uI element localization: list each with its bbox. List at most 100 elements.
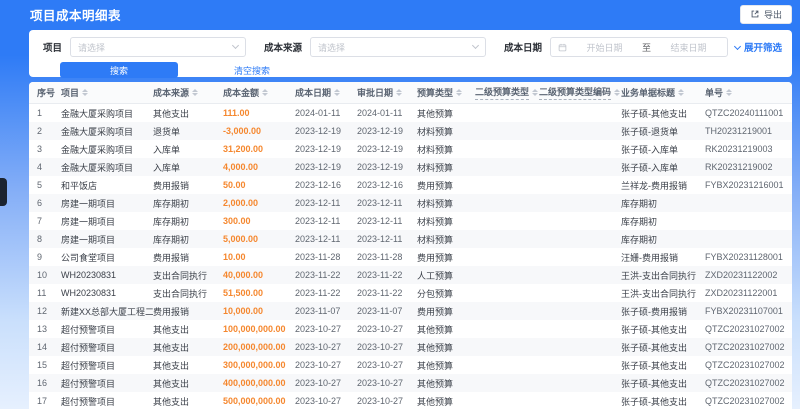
sort-icon[interactable]: [396, 88, 403, 97]
table-cell: 材料预算: [417, 198, 454, 209]
table-cell: 其他支出: [153, 378, 190, 389]
sort-icon[interactable]: [726, 88, 733, 97]
column-header-5[interactable]: 审批日期: [357, 86, 417, 99]
table-cell: QTZC20231027002: [705, 324, 785, 334]
table-cell: 2023-10-27: [295, 342, 342, 352]
clear-search-link[interactable]: 清空搜索: [234, 64, 270, 77]
table-cell: 50.00: [223, 180, 246, 190]
table-cell: 2023-11-28: [295, 252, 341, 262]
table-cell: 2023-10-27: [357, 378, 404, 388]
column-header-label: 单号: [705, 88, 724, 98]
table-cell: 材料预算: [417, 216, 454, 227]
table-cell: 7: [37, 216, 43, 226]
table-cell: 支出合同执行: [153, 288, 208, 299]
table-cell: QTZC20231027002: [705, 360, 785, 370]
table-row: 16 超付预警项目 其他支出 400,000,000.00 2023-10-27 2023…: [29, 374, 792, 392]
table-cell: 2023-10-27: [357, 324, 404, 334]
column-header-9[interactable]: 业务单据标题: [621, 86, 705, 99]
table-row: 13 超付预警项目 其他支出 100,000,000.00 2023-10-27 2023…: [29, 320, 792, 338]
sort-icon[interactable]: [262, 88, 269, 97]
table-cell: RK20231219002: [705, 162, 773, 172]
table-cell: 10,000.00: [223, 306, 264, 316]
column-header-2[interactable]: 成本来源: [153, 86, 223, 99]
table-cell: 2023-12-19: [357, 162, 404, 172]
table-row: 4 金融大厦采购项目 入库单 4,000.00 2023-12-19 2023-12-19…: [29, 158, 792, 176]
table-cell: 超付预警项目: [61, 360, 116, 371]
table-cell: 500,000,000.00: [223, 396, 286, 406]
sort-icon[interactable]: [82, 88, 89, 97]
project-select[interactable]: 请选择: [70, 37, 247, 57]
table-cell: 4: [37, 162, 43, 172]
table-cell: FYBX20231216001: [705, 180, 784, 190]
table-cell: 2024-01-11: [295, 108, 341, 118]
table-cell: 31,200.00: [223, 144, 264, 154]
table-cell: 材料预算: [417, 234, 454, 245]
table-cell: 库存期初: [621, 216, 658, 227]
table-cell: 其他支出: [153, 360, 190, 371]
project-filter-group: 项目 请选择: [43, 37, 247, 57]
calendar-icon: [558, 43, 567, 52]
table-cell: 库存期初: [621, 198, 658, 209]
table-row: 12 新建XX总部大厦工程二期 费用报销 10,000.00 2023-11-07 202…: [29, 302, 792, 320]
column-header-6[interactable]: 预算类型: [417, 86, 475, 99]
page-title: 项目成本明细表: [30, 8, 122, 23]
date-range-separator: 至: [642, 42, 652, 53]
cost-source-select[interactable]: 请选择: [310, 37, 487, 57]
table-cell: 2023-10-27: [357, 396, 404, 406]
table-cell: 库存期初: [153, 234, 190, 245]
end-date-input[interactable]: 结束日期: [657, 41, 720, 54]
table-cell: 其他预算: [417, 360, 454, 371]
column-header-label: 预算类型: [417, 88, 454, 98]
table-cell: 2023-12-11: [357, 198, 403, 208]
sort-icon[interactable]: [532, 88, 539, 97]
table-cell: 库存期初: [621, 234, 658, 245]
table-cell: 2,000.00: [223, 198, 259, 208]
table-cell: 张子硕-其他支出: [621, 378, 687, 389]
side-drawer-handle[interactable]: [0, 178, 7, 206]
table-cell: 张子硕-其他支出: [621, 396, 687, 407]
sort-icon[interactable]: [334, 88, 341, 97]
table-cell: 费用预算: [417, 180, 454, 191]
column-header-7[interactable]: 二级预算类型: [475, 85, 539, 100]
table-cell: 入库单: [153, 144, 181, 155]
table-cell: 材料预算: [417, 162, 454, 173]
chevron-down-icon: [231, 41, 240, 50]
table-scroll-area[interactable]: 1 金融大厦采购项目 其他支出 111.00 2024-01-11 2024-01-11 其…: [29, 104, 792, 409]
table-cell: QTZC20240111001: [705, 108, 784, 118]
table-cell: 分包预算: [417, 288, 454, 299]
table-cell: QTZC20231027002: [705, 396, 785, 406]
table-cell: 15: [37, 360, 48, 370]
cost-date-range-input[interactable]: 开始日期 至 结束日期: [550, 37, 729, 57]
sort-icon[interactable]: [614, 88, 621, 97]
sort-icon[interactable]: [192, 88, 199, 97]
table-cell: 5,000.00: [223, 234, 259, 244]
column-header-label: 序号: [37, 88, 56, 98]
table-cell: 张子硕-退货单: [621, 126, 678, 137]
table-cell: 2023-12-19: [295, 126, 342, 136]
search-button[interactable]: 搜索: [60, 62, 178, 78]
start-date-input[interactable]: 开始日期: [573, 41, 636, 54]
table-cell: 材料预算: [417, 144, 454, 155]
table-cell: 8: [37, 234, 43, 244]
table-cell: 12: [37, 306, 48, 316]
column-header-label: 成本金额: [223, 88, 260, 98]
sort-icon[interactable]: [678, 88, 685, 97]
table-cell: QTZC20231027002: [705, 342, 785, 352]
cost-source-filter-group: 成本来源 请选择: [264, 37, 487, 57]
table-cell: 张子硕-入库单: [621, 162, 678, 173]
filter-panel: 项目 请选择 成本来源 请选择 成本日期 开始日期 至 结束日期 展开筛选 搜索…: [29, 30, 792, 78]
column-header-10[interactable]: 单号: [705, 86, 786, 99]
sort-icon[interactable]: [456, 88, 463, 97]
table-cell: 张子硕-其他支出: [621, 342, 687, 353]
table-cell: 200,000,000.00: [223, 342, 286, 352]
expand-filters-link[interactable]: 展开筛选: [733, 40, 782, 54]
column-header-8[interactable]: 二级预算类型编码: [539, 85, 621, 100]
column-header-4[interactable]: 成本日期: [295, 86, 357, 99]
table-cell: 超付预警项目: [61, 342, 116, 353]
column-header-3[interactable]: 成本金额: [223, 86, 295, 99]
table-cell: 张子硕-入库单: [621, 144, 678, 155]
export-button[interactable]: 导出: [739, 4, 792, 24]
column-header-1[interactable]: 项目: [61, 86, 153, 99]
table-cell: 其他支出: [153, 108, 190, 119]
table-cell: 其他预算: [417, 396, 454, 407]
